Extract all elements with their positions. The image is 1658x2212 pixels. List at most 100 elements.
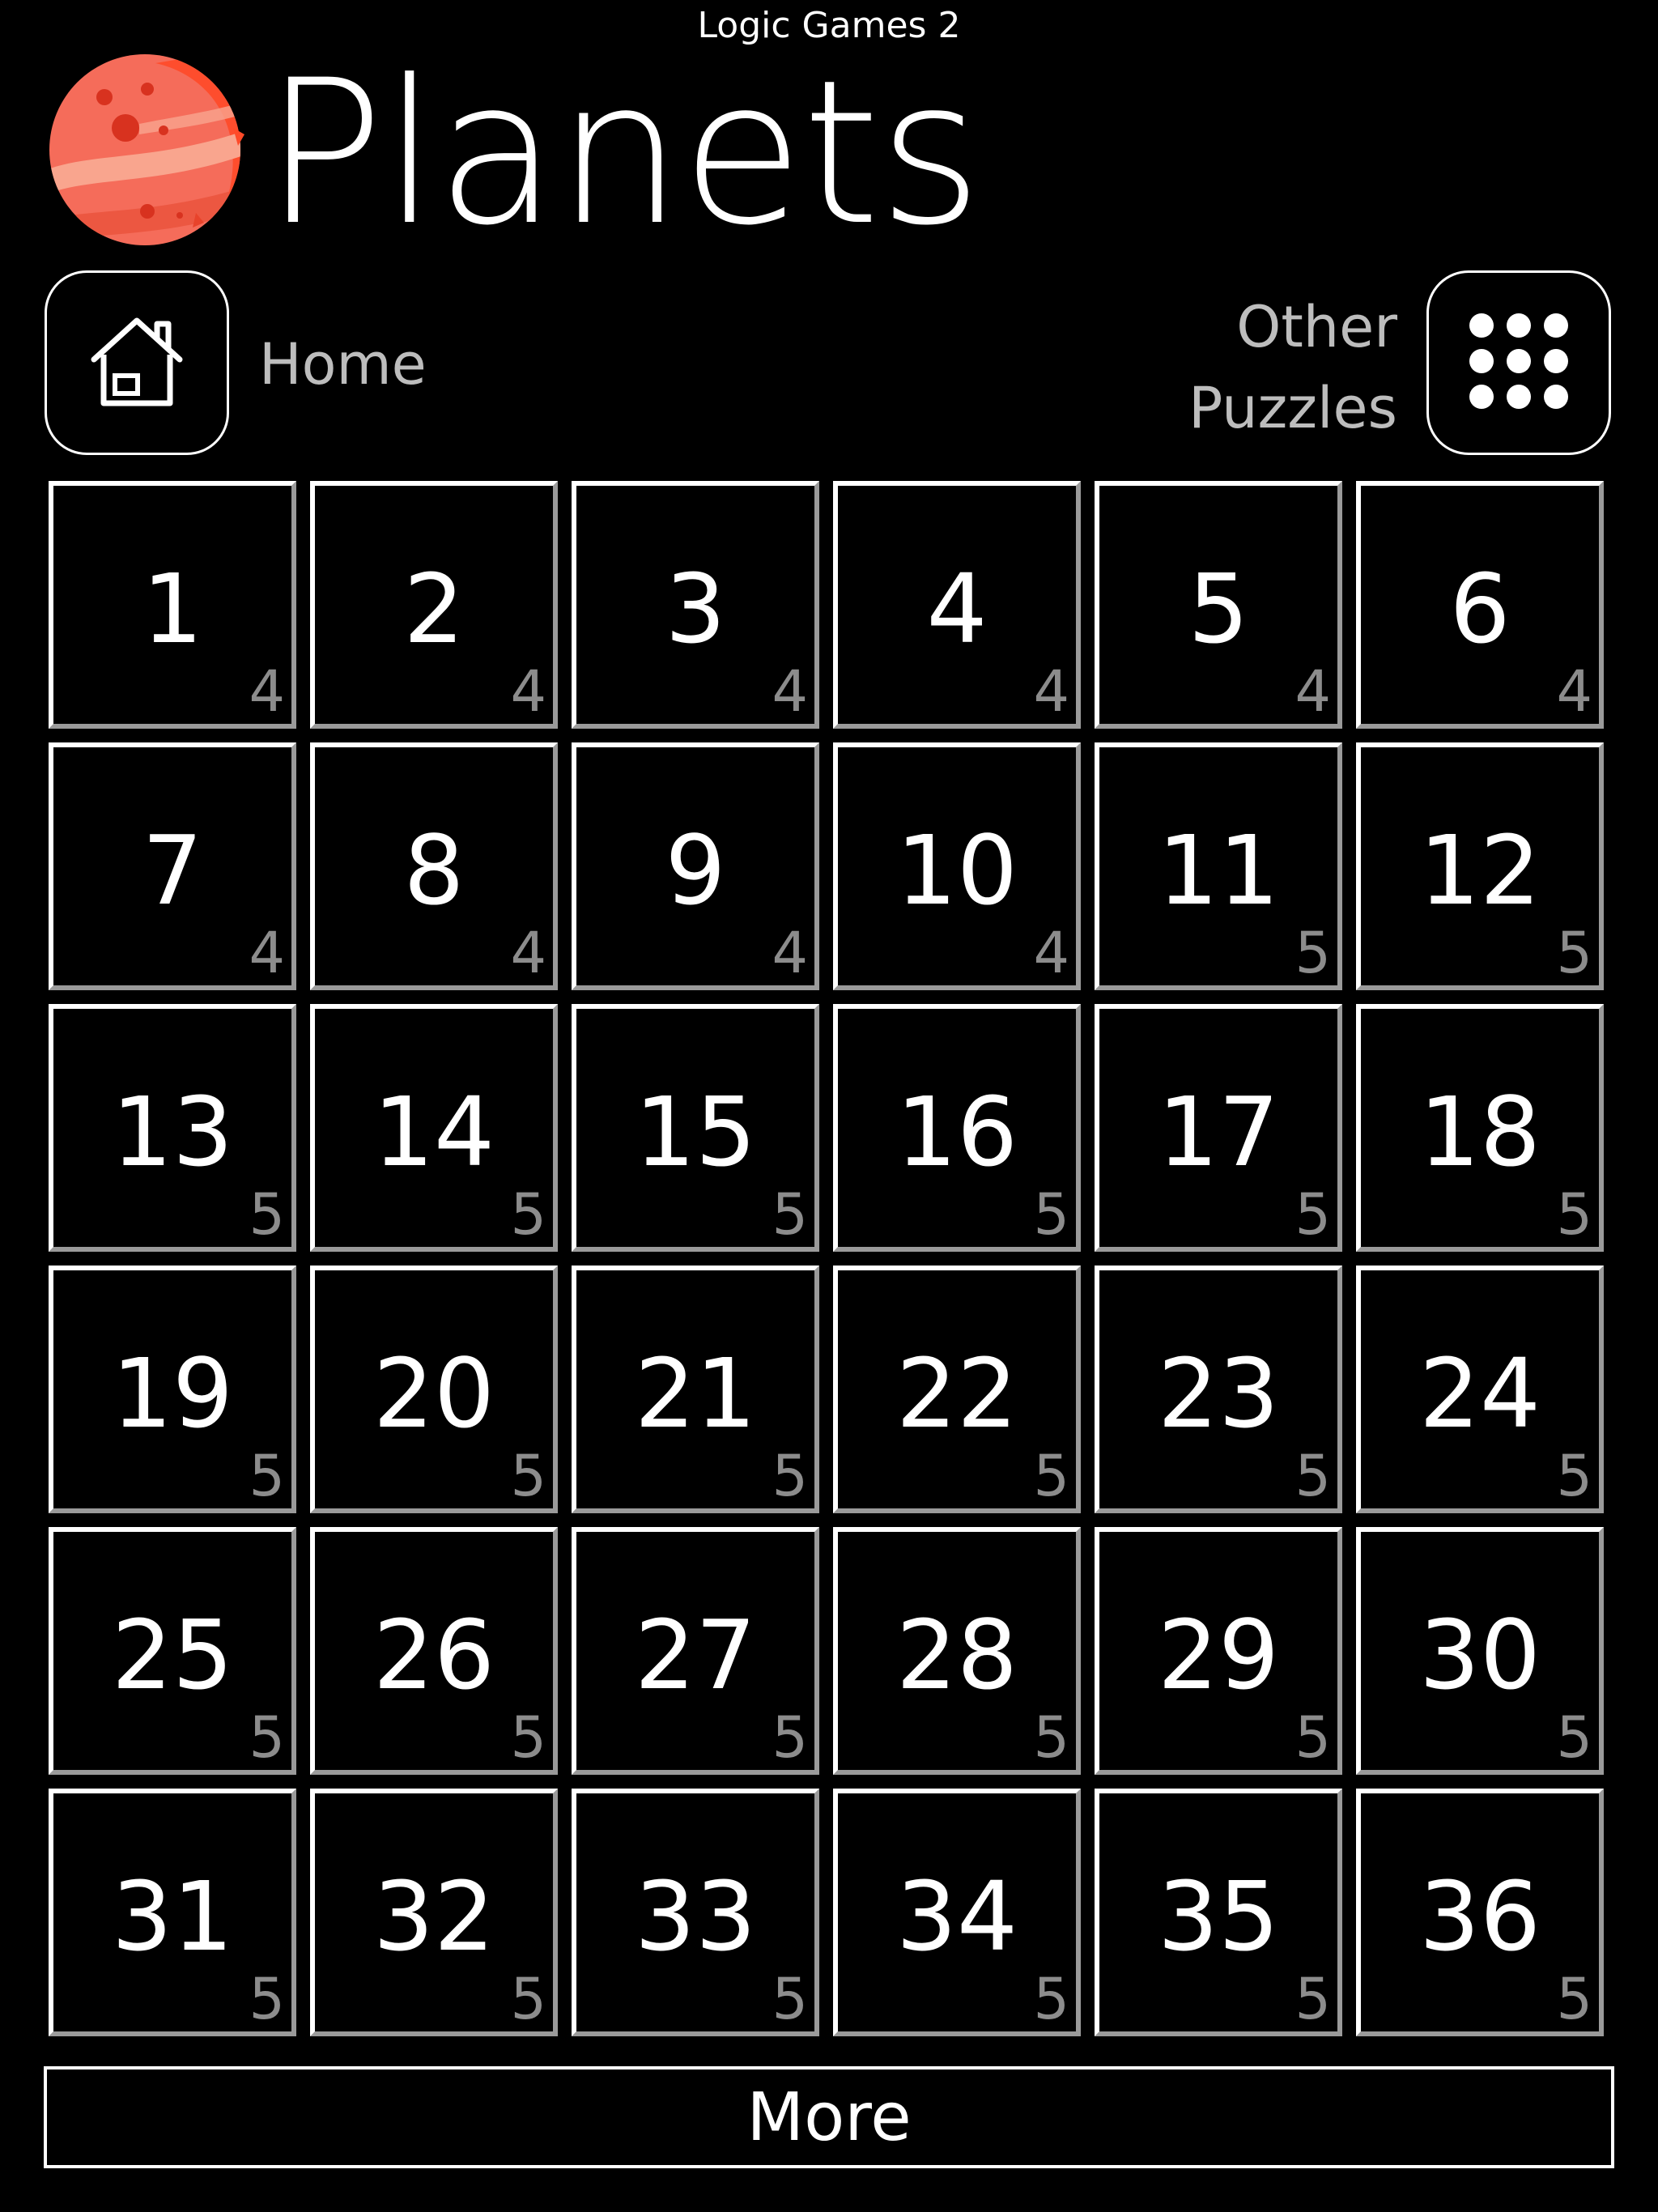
level-tile[interactable]: 84: [310, 742, 558, 990]
level-size: 5: [772, 1443, 808, 1509]
level-number: 10: [895, 815, 1018, 926]
level-size: 4: [249, 920, 285, 986]
level-size: 5: [1556, 1966, 1592, 2032]
level-number: 1: [142, 553, 203, 665]
level-number: 12: [1418, 815, 1541, 926]
level-number: 11: [1157, 815, 1280, 926]
page-title: Planets: [264, 38, 982, 270]
level-number: 36: [1418, 1861, 1541, 1972]
level-tile[interactable]: 14 5: [310, 1004, 558, 1252]
level-tile[interactable]: 34: [572, 481, 819, 729]
level-tile[interactable]: 14: [49, 481, 296, 729]
level-size: 5: [772, 1966, 808, 2032]
level-tile[interactable]: 27 5: [572, 1527, 819, 1775]
level-tile[interactable]: 34 5: [833, 1789, 1081, 2036]
level-size: 4: [249, 658, 285, 725]
level-size: 5: [1295, 1966, 1331, 2032]
grid-dots-icon: [1464, 313, 1574, 413]
level-tile[interactable]: 16 5: [833, 1004, 1081, 1252]
level-grid: 1 4 2 4 3 4 4 4 5 4 6 4 7 4 8 4 9 4 10 4 11 5 12 5 13 5 14 5 15 5 16 5 1…: [49, 481, 1605, 2036]
level-number: 17: [1157, 1076, 1280, 1188]
level-number: 4: [926, 553, 988, 665]
level-size: 5: [1556, 920, 1592, 986]
house-icon: [84, 313, 189, 413]
level-tile[interactable]: 15 5: [572, 1004, 819, 1252]
level-tile[interactable]: 30 5: [1356, 1527, 1604, 1775]
level-tile[interactable]: 28 5: [833, 1527, 1081, 1775]
level-tile[interactable]: 64: [1356, 481, 1604, 729]
level-tile[interactable]: 74: [49, 742, 296, 990]
level-number: 22: [895, 1338, 1018, 1449]
level-size: 5: [510, 1443, 546, 1509]
level-tile[interactable]: 11 5: [1095, 742, 1342, 990]
level-number: 26: [372, 1599, 495, 1711]
level-tile[interactable]: 32 5: [310, 1789, 558, 2036]
more-button[interactable]: More: [44, 2066, 1614, 2168]
level-number: 16: [895, 1076, 1018, 1188]
level-number: 30: [1418, 1599, 1541, 1711]
level-tile[interactable]: 25 5: [49, 1527, 296, 1775]
level-tile[interactable]: 33 5: [572, 1789, 819, 2036]
level-tile[interactable]: 12 5: [1356, 742, 1604, 990]
other-puzzles-label[interactable]: Other Puzzles: [1188, 287, 1397, 449]
level-number: 23: [1157, 1338, 1280, 1449]
level-size: 5: [249, 1704, 285, 1771]
level-size: 5: [510, 1181, 546, 1248]
other-puzzles-label-line1: Other: [1236, 294, 1397, 360]
level-number: 14: [372, 1076, 495, 1188]
level-size: 5: [1033, 1966, 1069, 2032]
level-number: 25: [111, 1599, 234, 1711]
level-number: 27: [634, 1599, 757, 1711]
level-size: 5: [1556, 1181, 1592, 1248]
level-tile[interactable]: 44: [833, 481, 1081, 729]
level-size: 4: [1033, 658, 1069, 725]
level-tile[interactable]: 24 5: [1356, 1266, 1604, 1513]
level-size: 5: [1295, 920, 1331, 986]
level-tile[interactable]: 21 5: [572, 1266, 819, 1513]
level-tile[interactable]: 35 5: [1095, 1789, 1342, 2036]
level-size: 4: [1033, 920, 1069, 986]
level-size: 4: [1295, 658, 1331, 725]
other-puzzles-button[interactable]: [1426, 270, 1611, 455]
level-tile[interactable]: 23 5: [1095, 1266, 1342, 1513]
level-tile[interactable]: 26 5: [310, 1527, 558, 1775]
level-number: 19: [111, 1338, 234, 1449]
level-tile[interactable]: 19 5: [49, 1266, 296, 1513]
level-number: 33: [634, 1861, 757, 1972]
level-number: 13: [111, 1076, 234, 1188]
level-tile[interactable]: 31 5: [49, 1789, 296, 2036]
level-number: 2: [403, 553, 465, 665]
level-tile[interactable]: 36 5: [1356, 1789, 1604, 2036]
level-number: 31: [111, 1861, 234, 1972]
level-number: 29: [1157, 1599, 1280, 1711]
level-size: 5: [772, 1181, 808, 1248]
level-tile[interactable]: 24: [310, 481, 558, 729]
level-tile[interactable]: 22 5: [833, 1266, 1081, 1513]
level-number: 32: [372, 1861, 495, 1972]
level-size: 4: [772, 920, 808, 986]
level-number: 18: [1418, 1076, 1541, 1188]
level-number: 6: [1449, 553, 1511, 665]
level-tile[interactable]: 20 5: [310, 1266, 558, 1513]
home-label[interactable]: Home: [259, 332, 427, 397]
red-planet-icon: [42, 47, 248, 253]
level-number: 20: [372, 1338, 495, 1449]
level-size: 5: [1033, 1443, 1069, 1509]
level-tile[interactable]: 94: [572, 742, 819, 990]
level-tile[interactable]: 29 5: [1095, 1527, 1342, 1775]
home-button[interactable]: [45, 270, 229, 455]
level-tile[interactable]: 13 5: [49, 1004, 296, 1252]
level-tile[interactable]: 17 5: [1095, 1004, 1342, 1252]
level-size: 5: [510, 1966, 546, 2032]
level-tile[interactable]: 18 5: [1356, 1004, 1604, 1252]
level-size: 4: [1556, 658, 1592, 725]
level-number: 35: [1157, 1861, 1280, 1972]
level-tile[interactable]: 10 4: [833, 742, 1081, 990]
level-tile[interactable]: 54: [1095, 481, 1342, 729]
level-number: 28: [895, 1599, 1018, 1711]
level-size: 5: [1295, 1443, 1331, 1509]
level-size: 4: [772, 658, 808, 725]
level-number: 9: [665, 815, 726, 926]
level-size: 5: [1295, 1704, 1331, 1771]
level-size: 5: [249, 1443, 285, 1509]
